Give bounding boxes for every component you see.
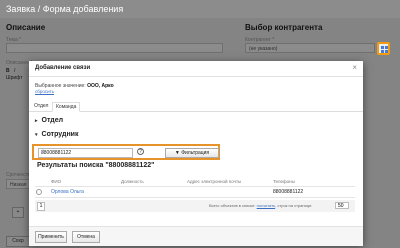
row-phone: 88008881122	[273, 189, 304, 195]
page-header: Заявка / Форма добавления	[0, 0, 400, 18]
employee-section-header[interactable]: ▾ Сотрудник	[35, 131, 78, 138]
tab-team[interactable]: Команда	[52, 102, 81, 112]
expand-right-icon: ▸	[35, 118, 38, 124]
column-phone[interactable]: Телефоны	[273, 179, 295, 184]
page-title: Заявка / Форма добавления	[6, 4, 124, 14]
add-link-dialog: Добавление связи × Выбранное значение: О…	[29, 61, 363, 246]
search-highlight: 88008881122 ⊗ ? ▼ Фильтрация	[32, 144, 220, 160]
results-title: Результаты поиска "88008881122"	[37, 162, 155, 169]
filter-button-label: Фильтрация	[181, 150, 210, 156]
dialog-tabs: Отдел Команда	[29, 101, 363, 112]
column-name[interactable]: ФИО	[51, 179, 61, 184]
pager-info-suffix: , строк на странице:	[275, 203, 313, 208]
contractor-picker-button[interactable]	[377, 42, 390, 55]
column-email[interactable]: Адрес электронной почты	[187, 179, 241, 184]
table-row[interactable]: Орлова Ольга 88008881122	[35, 186, 355, 198]
row-name[interactable]: Орлова Ольга	[51, 189, 84, 195]
apply-button[interactable]: Применить	[35, 231, 67, 243]
department-section-header[interactable]: ▸ Отдел	[35, 117, 63, 124]
page-number[interactable]: 1	[37, 202, 45, 211]
reset-link[interactable]: сбросить	[35, 89, 54, 94]
filter-button[interactable]: ▼ Фильтрация	[165, 148, 219, 158]
pager: 1 Всего объектов в списке: посчитать, ст…	[35, 200, 355, 212]
column-position[interactable]: Должность	[121, 179, 144, 184]
dialog-title: Добавление связи	[35, 65, 91, 71]
search-input[interactable]: 88008881122 ⊗	[38, 148, 133, 158]
tab-department[interactable]: Отдел	[31, 102, 51, 110]
expand-down-icon: ▾	[35, 132, 38, 138]
cancel-button[interactable]: Отмена	[72, 231, 100, 243]
employee-section-label: Сотрудник	[41, 131, 79, 138]
department-section-label: Отдел	[41, 117, 64, 124]
pager-info: Всего объектов в списке: посчитать, стро…	[209, 203, 312, 208]
page-size-select[interactable]: 50	[335, 202, 349, 209]
clear-icon[interactable]: ⊗	[41, 149, 130, 155]
close-icon[interactable]: ×	[352, 63, 357, 72]
dialog-header: Добавление связи ×	[29, 61, 363, 77]
help-icon[interactable]: ?	[137, 148, 144, 155]
dialog-footer: Применить Отмена	[29, 226, 363, 246]
row-radio[interactable]	[36, 189, 42, 195]
selected-value: ООО, Арко	[87, 83, 114, 89]
count-link[interactable]: посчитать	[257, 203, 276, 208]
pager-info-prefix: Всего объектов в списке:	[209, 203, 256, 208]
